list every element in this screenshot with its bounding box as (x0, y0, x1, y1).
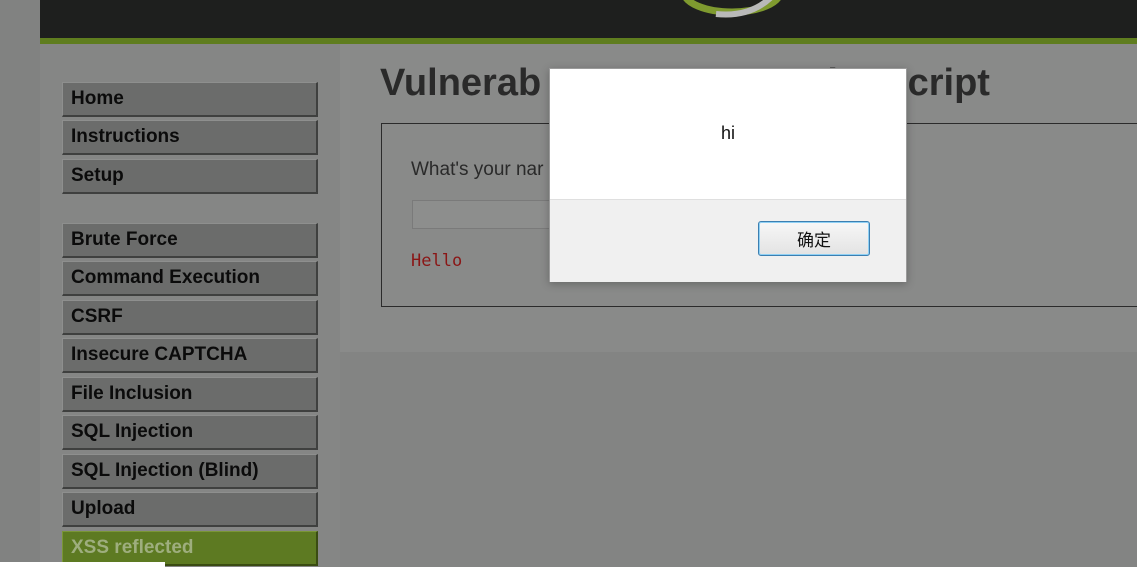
browser-viewport: Home Instructions Setup Brute Force Comm… (0, 0, 1137, 567)
sidebar-item-setup[interactable]: Setup (62, 159, 318, 194)
name-prompt-label: What's your nar (411, 159, 544, 180)
alert-dialog: hi 确定 (549, 68, 907, 282)
sidebar-item-insecure-captcha[interactable]: Insecure CAPTCHA (62, 338, 318, 373)
sidebar-item-file-inclusion[interactable]: File Inclusion (62, 377, 318, 412)
alert-message: hi (720, 123, 735, 143)
xss-output-text: Hello (411, 251, 463, 271)
sidebar-item-sql-injection-blind[interactable]: SQL Injection (Blind) (62, 454, 318, 489)
page-title-left: Vulnerab (380, 62, 542, 104)
sidebar-item-csrf[interactable]: CSRF (62, 300, 318, 335)
alert-footer: 确定 (550, 199, 906, 282)
name-input[interactable] (412, 200, 552, 229)
dvwa-logo-icon (683, 0, 781, 18)
bottom-edge-strip (0, 562, 165, 567)
sidebar-item-sql-injection[interactable]: SQL Injection (62, 415, 318, 450)
alert-ok-button[interactable]: 确定 (758, 221, 870, 256)
main-content-lower (340, 352, 1137, 567)
sidebar-item-xss-reflected[interactable]: XSS reflected (62, 531, 318, 566)
sidebar-item-brute-force[interactable]: Brute Force (62, 223, 318, 258)
page-gutter (0, 0, 40, 567)
sidebar-item-command-execution[interactable]: Command Execution (62, 261, 318, 296)
header-bar (40, 0, 1137, 38)
sidebar-item-home[interactable]: Home (62, 82, 318, 117)
sidebar-item-instructions[interactable]: Instructions (62, 120, 318, 155)
sidebar-item-upload[interactable]: Upload (62, 492, 318, 527)
